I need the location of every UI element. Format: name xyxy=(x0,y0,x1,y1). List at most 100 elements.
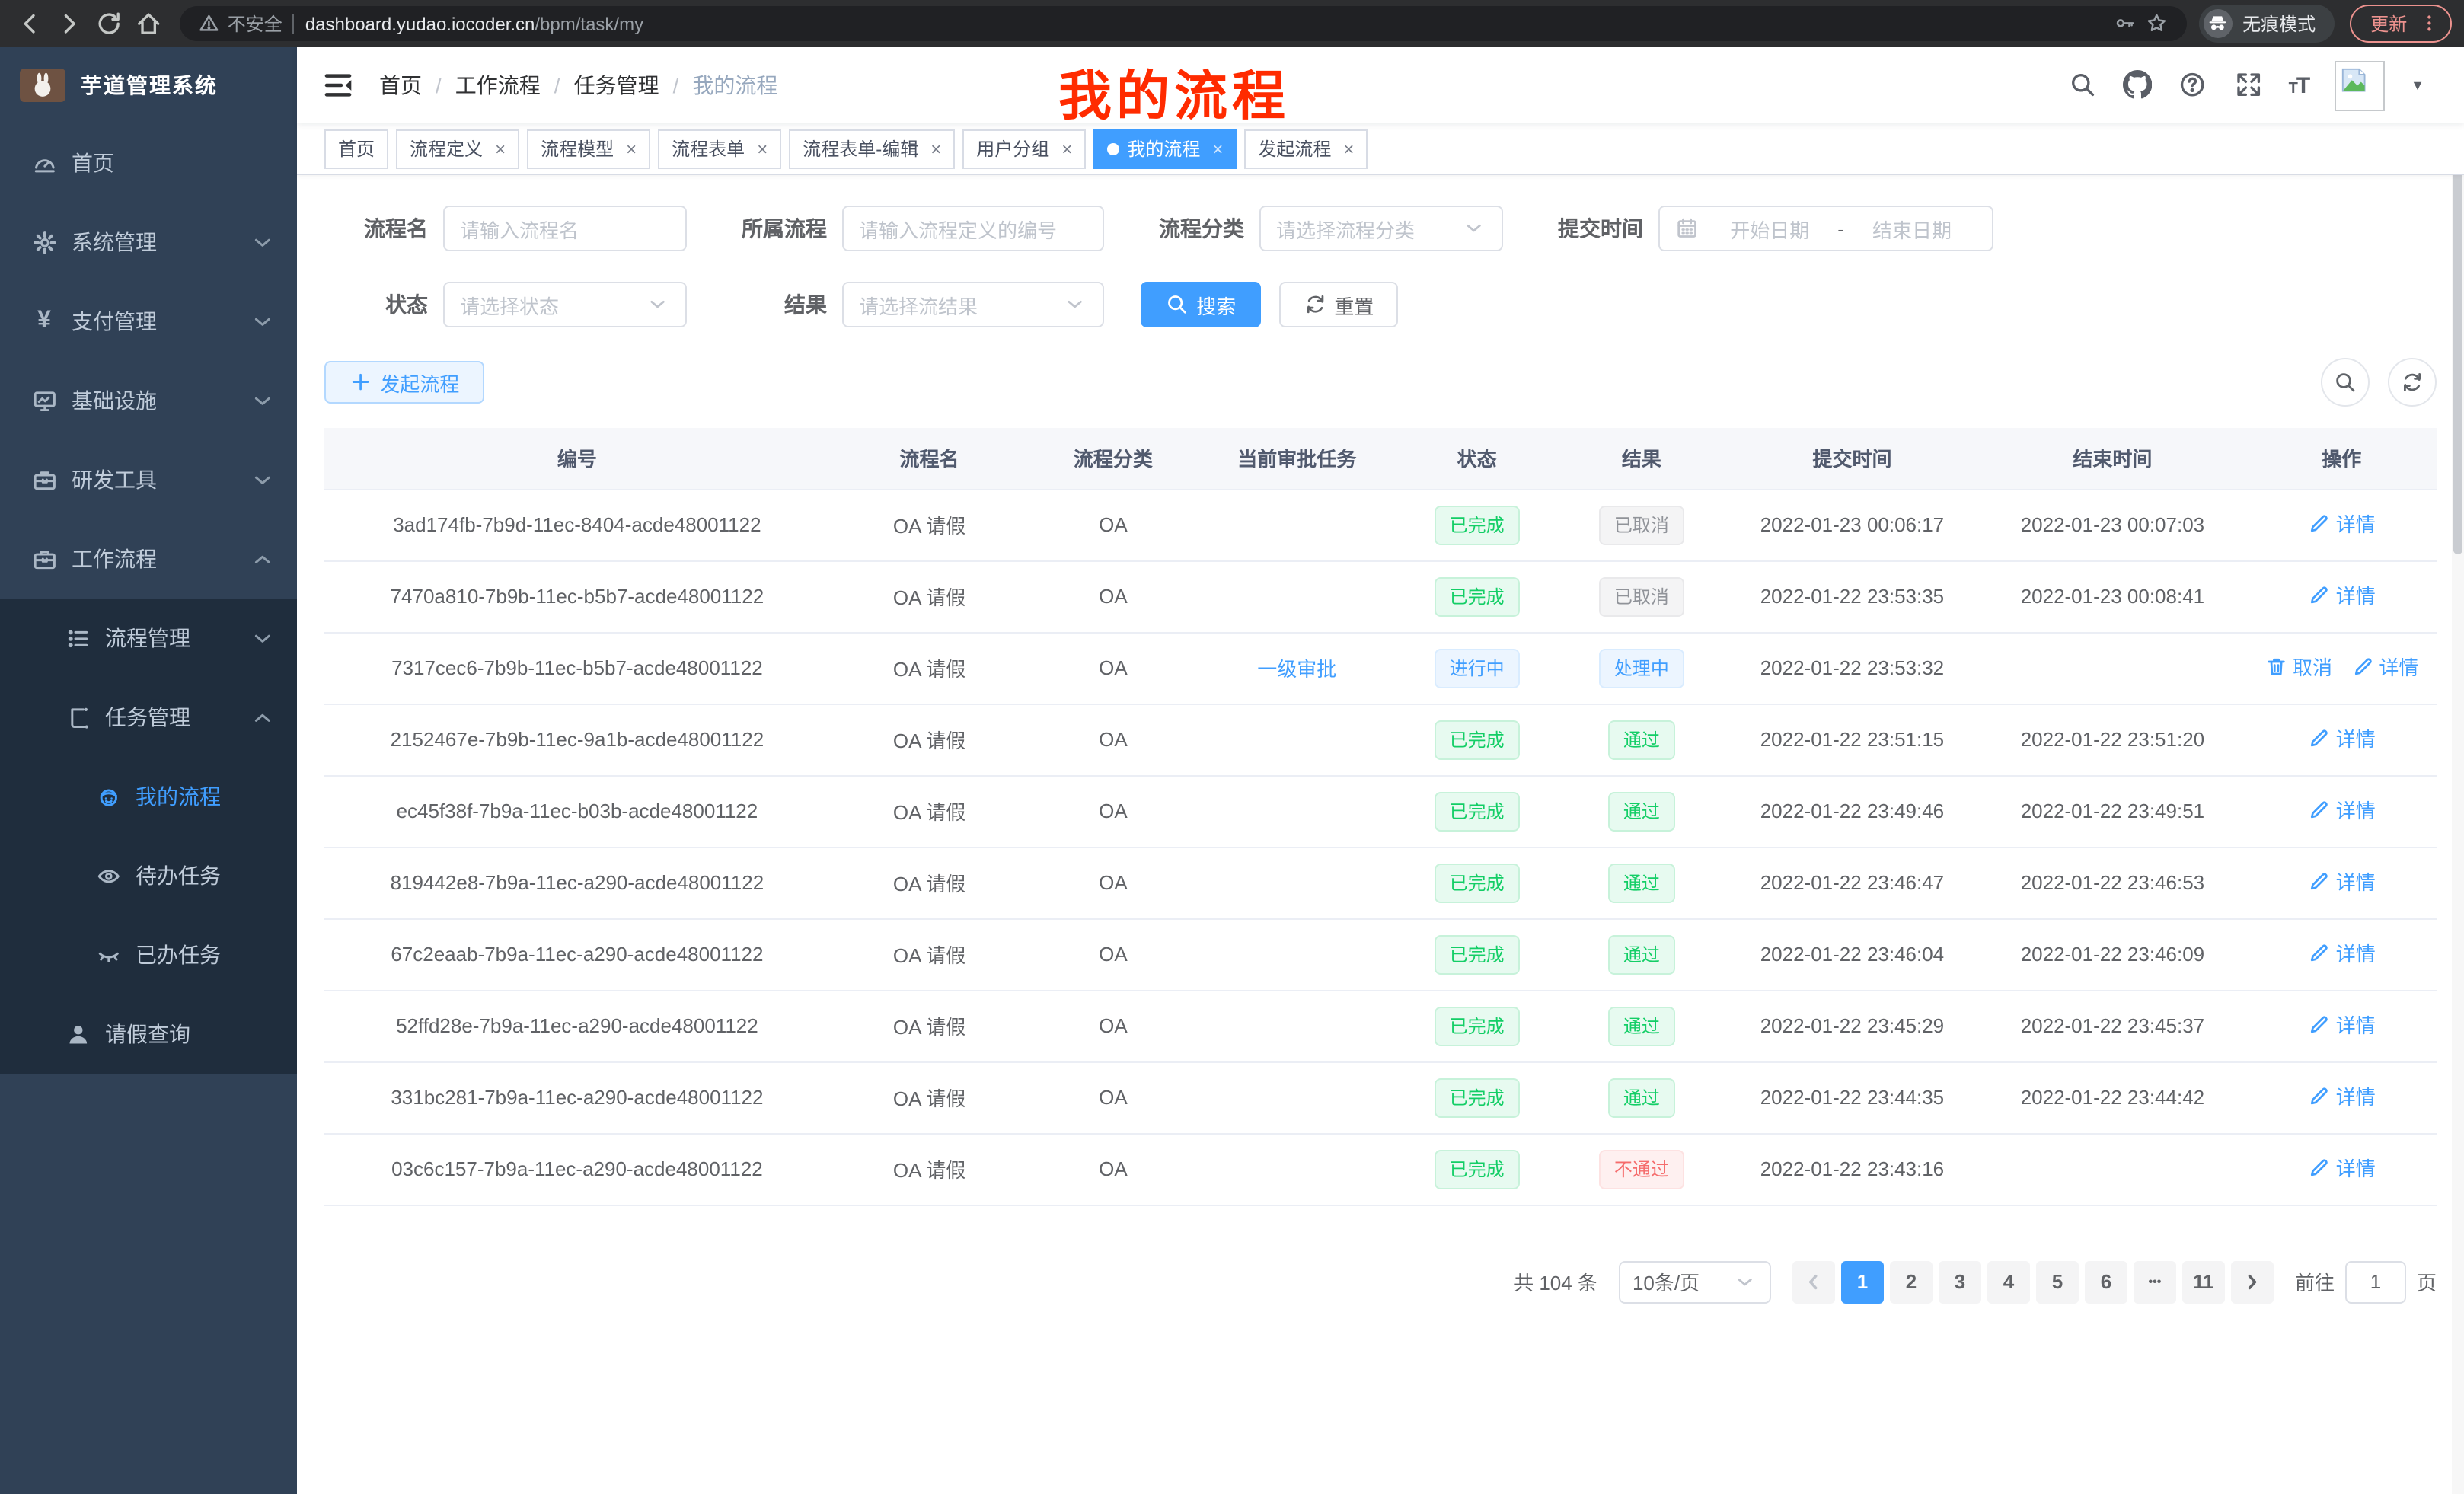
tab-close-icon[interactable]: × xyxy=(495,138,506,159)
process-def-input[interactable]: 请输入流程定义的编号 xyxy=(842,206,1104,251)
tab-流程表单-编辑[interactable]: 流程表单-编辑× xyxy=(789,129,955,168)
forward-icon[interactable] xyxy=(52,5,88,42)
sidebar-item-task-mgmt[interactable]: 任务管理 xyxy=(0,678,297,757)
page-next-button[interactable] xyxy=(2231,1260,2274,1303)
process-name-input[interactable]: 请输入流程名 xyxy=(443,206,687,251)
reset-button[interactable]: 重置 xyxy=(1278,282,1398,327)
sidebar-item-system[interactable]: 系统管理 xyxy=(0,203,297,282)
detail-link[interactable]: 详情 xyxy=(2308,796,2376,825)
page-ellipsis[interactable]: ••• xyxy=(2134,1260,2176,1303)
search-button[interactable]: 搜索 xyxy=(1141,282,1260,327)
result-select[interactable]: 请选择流结果 xyxy=(842,282,1104,327)
cell-end-time: 2022-01-23 00:08:41 xyxy=(1978,560,2246,632)
pagination: 共 104 条 10条/页 123456•••11 前往 1 页 xyxy=(324,1260,2437,1303)
page-button-2[interactable]: 2 xyxy=(1890,1260,1933,1303)
tab-发起流程[interactable]: 发起流程× xyxy=(1244,129,1368,168)
page-size-select[interactable]: 10条/页 xyxy=(1619,1260,1771,1303)
avatar[interactable] xyxy=(2335,60,2385,110)
table-row: 03c6c157-7b9a-11ec-a290-acde48001122OA 请… xyxy=(324,1133,2437,1205)
sidebar-item-my-process[interactable]: 我的流程 xyxy=(0,757,297,836)
detail-link[interactable]: 详情 xyxy=(2308,867,2376,896)
fullscreen-icon[interactable] xyxy=(2233,71,2262,100)
detail-link[interactable]: 详情 xyxy=(2308,939,2376,968)
detail-link[interactable]: 详情 xyxy=(2308,509,2376,538)
font-size-icon[interactable]: TT xyxy=(2289,72,2309,98)
cell-submit-time: 2022-01-22 23:49:46 xyxy=(1726,775,1979,847)
security-status[interactable]: 不安全 xyxy=(198,11,282,37)
sidebar-collapse-icon[interactable] xyxy=(321,69,355,102)
detail-link[interactable]: 详情 xyxy=(2308,1082,2376,1111)
detail-link[interactable]: 详情 xyxy=(2308,581,2376,610)
page-button-1[interactable]: 1 xyxy=(1841,1260,1884,1303)
detail-link[interactable]: 详情 xyxy=(2351,653,2418,682)
sidebar-item-done-tasks[interactable]: 已办任务 xyxy=(0,915,297,994)
tab-close-icon[interactable]: × xyxy=(930,138,941,159)
tab-我的流程[interactable]: 我的流程× xyxy=(1093,129,1237,168)
refresh-table-button[interactable] xyxy=(2388,358,2437,407)
sidebar-item-infra[interactable]: 基础设施 xyxy=(0,361,297,440)
table-row: 331bc281-7b9a-11ec-a290-acde48001122OA 请… xyxy=(324,1061,2437,1133)
sidebar-item-workflow[interactable]: 工作流程 xyxy=(0,519,297,599)
kebab-menu-icon[interactable] xyxy=(2418,13,2440,35)
sidebar-item-home[interactable]: 首页 xyxy=(0,123,297,203)
breadcrumb-item[interactable]: 工作流程 xyxy=(455,70,541,101)
breadcrumb-item[interactable]: 任务管理 xyxy=(574,70,659,101)
page-button-6[interactable]: 6 xyxy=(2085,1260,2127,1303)
tab-close-icon[interactable]: × xyxy=(757,138,768,159)
dashboard-icon xyxy=(30,150,58,176)
category-select[interactable]: 请选择流程分类 xyxy=(1259,206,1503,251)
sidebar-item-leave-query[interactable]: 请假查询 xyxy=(0,994,297,1074)
column-header: 结果 xyxy=(1557,428,1725,489)
password-key-icon[interactable] xyxy=(2114,13,2136,35)
show-search-button[interactable] xyxy=(2321,358,2370,407)
refresh-icon xyxy=(1303,292,1326,316)
tab-流程定义[interactable]: 流程定义× xyxy=(396,129,519,168)
detail-link[interactable]: 详情 xyxy=(2308,724,2376,753)
search-icon[interactable] xyxy=(2068,71,2097,100)
page-scrollbar[interactable] xyxy=(2452,47,2464,1494)
tab-流程模型[interactable]: 流程模型× xyxy=(527,129,650,168)
page-button-3[interactable]: 3 xyxy=(1939,1260,1981,1303)
tab-close-icon[interactable]: × xyxy=(1343,138,1354,159)
page-prev-button[interactable] xyxy=(1792,1260,1835,1303)
tab-label: 流程表单 xyxy=(672,136,745,161)
tab-close-icon[interactable]: × xyxy=(1212,138,1223,159)
sidebar-item-devtools[interactable]: 研发工具 xyxy=(0,440,297,519)
page-title-annotation: 我的流程 xyxy=(1058,53,1290,131)
refresh-icon xyxy=(2400,370,2424,394)
sidebar-item-todo-tasks[interactable]: 待办任务 xyxy=(0,836,297,915)
page-jump-input[interactable]: 1 xyxy=(2345,1260,2406,1303)
sidebar-item-process-mgmt[interactable]: 流程管理 xyxy=(0,599,297,678)
reload-icon[interactable] xyxy=(91,5,128,42)
tab-用户分组[interactable]: 用户分组× xyxy=(962,129,1086,168)
cell-current-task xyxy=(1198,918,1397,990)
detail-link[interactable]: 详情 xyxy=(2308,1154,2376,1183)
back-icon[interactable] xyxy=(12,5,49,42)
bookmark-star-icon[interactable] xyxy=(2146,13,2168,35)
status-select[interactable]: 请选择状态 xyxy=(443,282,687,327)
tab-close-icon[interactable]: × xyxy=(626,138,637,159)
cancel-link[interactable]: 取消 xyxy=(2265,653,2332,682)
tab-close-icon[interactable]: × xyxy=(1061,138,1072,159)
avatar-caret-down-icon[interactable]: ▼ xyxy=(2411,78,2424,93)
github-icon[interactable] xyxy=(2123,71,2152,100)
detail-link[interactable]: 详情 xyxy=(2308,1010,2376,1039)
page-button-11[interactable]: 11 xyxy=(2182,1260,2225,1303)
sidebar-item-payment[interactable]: ¥支付管理 xyxy=(0,282,297,361)
browser-update-button[interactable]: 更新 xyxy=(2349,5,2452,43)
tab-流程表单[interactable]: 流程表单 × xyxy=(658,129,781,168)
help-icon[interactable] xyxy=(2178,71,2207,100)
submit-time-range-picker[interactable]: 开始日期 - 结束日期 xyxy=(1658,206,1993,251)
address-bar[interactable]: 不安全 dashboard.yudao.iocoder.cn/bpm/task/… xyxy=(180,6,2186,41)
tab-首页[interactable]: 首页 xyxy=(324,129,388,168)
home-icon[interactable] xyxy=(131,5,168,42)
toolbox-icon xyxy=(30,546,58,572)
app-logo[interactable]: 芋道管理系统 xyxy=(0,47,297,123)
page-button-4[interactable]: 4 xyxy=(1987,1260,2030,1303)
breadcrumb-item[interactable]: 首页 xyxy=(379,70,422,101)
status-tag: 已完成 xyxy=(1435,720,1520,759)
page-button-5[interactable]: 5 xyxy=(2036,1260,2079,1303)
current-task-link[interactable]: 一级审批 xyxy=(1257,658,1336,681)
cell-category: OA xyxy=(1029,990,1197,1061)
create-process-button[interactable]: 发起流程 xyxy=(324,361,484,404)
